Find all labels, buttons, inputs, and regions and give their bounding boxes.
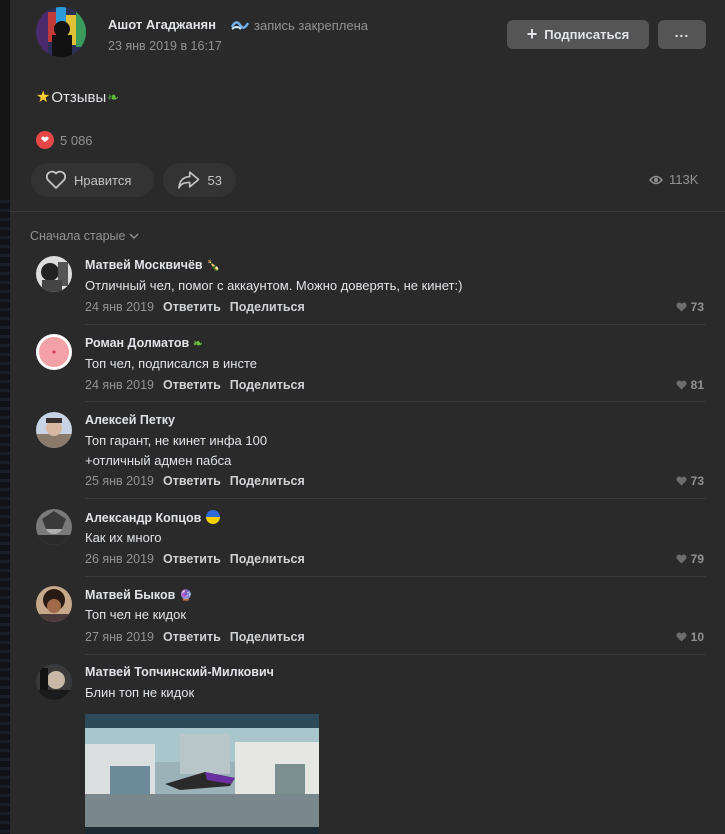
post-card: Ашот Агаджанян запись закреплена 23 янв … [10, 0, 725, 834]
reply-button[interactable]: Ответить [163, 552, 221, 566]
comment-text: Топ чел не кидок [85, 607, 187, 622]
views-count: 113K [669, 172, 699, 187]
leaf-icon: ❧ [193, 338, 203, 351]
comment-avatar[interactable] [36, 256, 72, 292]
comment-date[interactable]: 24 янв 2019 [85, 378, 154, 392]
share-count: 53 [207, 172, 222, 188]
plus-icon: + [526, 23, 538, 44]
eye-icon [649, 175, 663, 184]
crystal-ball-icon: 🔮 [179, 590, 194, 603]
comment-date[interactable]: 24 янв 2019 [85, 300, 154, 314]
sort-label: Сначала старые [30, 229, 126, 243]
more-options-button[interactable]: ... [658, 20, 706, 49]
comment-like-button[interactable]: 73 [676, 300, 704, 314]
comment-text: Отличный чел, помог с аккаунтом. Можно д… [85, 278, 463, 293]
comment-separator [85, 401, 706, 402]
comment-date[interactable]: 26 янв 2019 [85, 552, 154, 566]
attached-screenshot[interactable] [85, 714, 319, 834]
comment-meta: 24 янв 2019 Ответить Поделиться [85, 300, 305, 314]
share-button[interactable]: 53 [163, 163, 236, 197]
post-text-content: Отзывы [51, 88, 107, 106]
wave-icon [230, 17, 250, 31]
heart-icon [676, 380, 687, 390]
comment-meta: 27 янв 2019 Ответить Поделиться [85, 630, 305, 644]
views-counter: 113K [649, 172, 698, 187]
comment-like-button[interactable]: 73 [676, 474, 704, 488]
comment-meta: 24 янв 2019 Ответить Поделиться [85, 378, 305, 392]
comment-separator [85, 576, 706, 577]
star-icon: ★ [36, 89, 51, 106]
heart-reaction-icon: ❤ [36, 131, 54, 149]
comment-text: Как их много [85, 530, 162, 545]
comment-avatar[interactable] [36, 586, 72, 622]
ukraine-flag-icon [206, 510, 221, 524]
comment-like-count: 10 [690, 630, 704, 644]
heart-outline-icon [45, 170, 67, 189]
comment-text-line: +отличный адмен пабса [85, 453, 232, 468]
comment-like-count: 73 [690, 300, 704, 314]
comment-date[interactable]: 25 янв 2019 [85, 474, 154, 488]
reply-button[interactable]: Ответить [163, 474, 221, 488]
comment-author[interactable]: Роман Долматов ❧ [85, 336, 202, 350]
comment-separator [85, 498, 706, 499]
post-text: ★ Отзывы ❧ [36, 87, 119, 107]
more-icon: ... [674, 23, 690, 40]
comment-like-button[interactable]: 10 [676, 630, 704, 644]
comment-avatar[interactable] [36, 412, 72, 448]
comment-avatar[interactable] [36, 664, 72, 700]
like-label: Нравится [74, 172, 132, 188]
comment-separator [85, 654, 706, 655]
reply-button[interactable]: Ответить [163, 630, 221, 644]
like-button[interactable]: Нравится [31, 163, 154, 197]
comments-sort-dropdown[interactable]: Сначала старые [30, 229, 139, 243]
comment-meta: 25 янв 2019 Ответить Поделиться [85, 474, 305, 488]
reply-button[interactable]: Ответить [163, 378, 221, 392]
comment-avatar[interactable] [36, 509, 72, 545]
share-arrow-icon [178, 171, 200, 189]
left-edge-strip [0, 0, 10, 834]
post-date[interactable]: 23 янв 2019 в 16:17 [108, 39, 222, 53]
comment-separator [85, 324, 706, 325]
comment-author[interactable]: Алексей Петку [85, 413, 175, 427]
comment-author[interactable]: Матвей Москвичёв 🍾 [85, 258, 220, 272]
reactions-summary[interactable]: ❤ 5 086 [36, 131, 93, 149]
comment-like-count: 81 [690, 378, 704, 392]
chevron-down-icon [129, 233, 139, 239]
subscribe-label: Подписаться [544, 27, 630, 42]
comment-like-count: 79 [690, 552, 704, 566]
divider [10, 211, 725, 212]
author-avatar[interactable] [36, 7, 86, 57]
reply-button[interactable]: Ответить [163, 300, 221, 314]
author-name[interactable]: Ашот Агаджанян [108, 17, 216, 32]
heart-icon [676, 632, 687, 642]
comment-like-button[interactable]: 81 [676, 378, 704, 392]
pinned-label: запись закреплена [254, 18, 368, 33]
comment-author[interactable]: Матвей Быков 🔮 [85, 588, 193, 602]
share-comment-button[interactable]: Поделиться [230, 378, 305, 392]
heart-icon [676, 554, 687, 564]
left-edge-pattern [0, 200, 10, 834]
bottle-icon: 🍾 [206, 260, 221, 273]
share-comment-button[interactable]: Поделиться [230, 552, 305, 566]
reaction-count: 5 086 [60, 132, 93, 148]
heart-icon [676, 476, 687, 486]
comment-like-button[interactable]: 79 [676, 552, 704, 566]
share-comment-button[interactable]: Поделиться [230, 630, 305, 644]
leaf-icon: ❧ [107, 88, 120, 105]
comment-author[interactable]: Матвей Топчинский-Милкович [85, 665, 274, 679]
comment-text: Блин топ не кидок [85, 685, 195, 700]
comment-date[interactable]: 27 янв 2019 [85, 630, 154, 644]
comment-avatar[interactable] [36, 334, 72, 370]
comment-like-count: 73 [690, 474, 704, 488]
comment-meta: 26 янв 2019 Ответить Поделиться [85, 552, 305, 566]
comment-text-line: Топ гарант, не кинет инфа 100 [85, 433, 268, 448]
heart-icon [676, 302, 687, 312]
share-comment-button[interactable]: Поделиться [230, 474, 305, 488]
comment-text: Топ чел, подписался в инсте [85, 356, 258, 371]
comment-author[interactable]: Александр Копцов [85, 510, 221, 525]
subscribe-button[interactable]: + Подписаться [507, 20, 649, 49]
share-comment-button[interactable]: Поделиться [230, 300, 305, 314]
